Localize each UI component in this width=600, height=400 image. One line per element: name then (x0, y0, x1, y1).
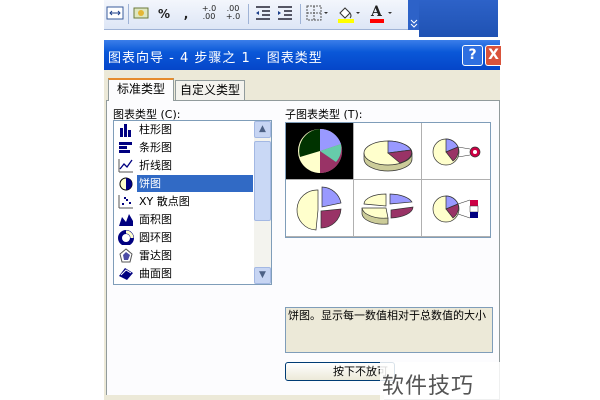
toolbar-end-area (419, 0, 498, 37)
increase-decimal-button[interactable]: +.0 .00 (200, 5, 218, 23)
subtype-bar-of-pie[interactable] (422, 180, 490, 237)
list-item[interactable]: 曲面图 (115, 265, 254, 282)
currency-icon[interactable] (133, 5, 151, 23)
borders-icon[interactable] (306, 5, 330, 23)
list-item[interactable]: 饼图 (115, 175, 254, 192)
help-button[interactable]: ? (462, 45, 483, 66)
list-item[interactable]: 条形图 (115, 139, 254, 156)
list-item[interactable]: 雷达图 (115, 247, 254, 264)
radar-chart-icon (118, 248, 134, 263)
list-scrollbar[interactable]: ▲ ▼ (254, 121, 271, 284)
chart-subtype-grid (285, 122, 491, 238)
fill-color-icon[interactable] (336, 5, 362, 23)
bar-chart-icon (118, 140, 134, 155)
increase-indent-icon[interactable] (276, 5, 294, 23)
subtype-pie-of-pie[interactable] (422, 123, 490, 180)
scroll-thumb[interactable] (254, 141, 271, 221)
list-item[interactable]: 折线图 (115, 157, 254, 174)
press-and-hold-to-view-button[interactable]: 按下不放可 (285, 362, 395, 381)
tab-standard-types[interactable]: 标准类型 (108, 78, 174, 101)
decrease-indent-icon[interactable] (254, 5, 272, 23)
line-chart-icon (118, 158, 134, 173)
list-item-label: 雷达图 (139, 249, 172, 262)
merge-center-icon[interactable] (106, 5, 124, 23)
list-item[interactable]: 柱形图 (115, 121, 254, 138)
list-item-label: 面积图 (139, 213, 172, 226)
subtype-exploded-3d-pie[interactable] (354, 180, 422, 237)
list-item-label: 条形图 (139, 141, 172, 154)
list-item[interactable]: XY 散点图 (115, 193, 254, 210)
tab-custom-types[interactable]: 自定义类型 (175, 80, 245, 100)
scroll-up-icon[interactable]: ▲ (254, 121, 271, 138)
scroll-down-icon[interactable]: ▼ (254, 267, 271, 284)
percent-button[interactable]: % (156, 5, 172, 23)
dialog-title: 图表向导 - 4 步骤之 1 - 图表类型 (108, 51, 323, 66)
watermark-text: 软件技巧 (382, 374, 475, 399)
dialog-bottom-edge (104, 395, 384, 400)
doughnut-chart-icon (118, 230, 134, 246)
list-item-label: 饼图 (137, 175, 253, 192)
subtype-exploded-pie[interactable] (286, 180, 354, 237)
list-item[interactable]: 面积图 (115, 211, 254, 228)
pie-chart-icon (118, 176, 134, 191)
comma-button[interactable]: , (180, 5, 192, 23)
subtype-label: 子图表类型 (T): (285, 108, 363, 121)
font-color-icon[interactable]: A (368, 4, 394, 23)
decrease-decimal-button[interactable]: .00 +.0 (224, 5, 242, 23)
scatter-chart-icon (118, 194, 134, 209)
subtype-pie-selected[interactable] (286, 123, 354, 180)
column-chart-icon (118, 122, 134, 137)
area-chart-icon (118, 212, 134, 227)
close-button[interactable]: X (485, 45, 501, 66)
list-item-label: 柱形图 (139, 123, 172, 136)
chart-description: 饼图。显示每一数值相对于总数值的大小 (285, 307, 493, 353)
chart-type-list[interactable]: 柱形图 条形图 折线图 饼图 XY 散点图 面积图 圆环图 雷达图 曲面图 (113, 120, 272, 285)
list-item-label: 圆环图 (139, 231, 172, 244)
surface-chart-icon (118, 266, 134, 281)
formatting-toolbar: % , +.0 .00 .00 +.0 A (104, 0, 419, 30)
list-item[interactable]: 圆环图 (115, 229, 254, 246)
list-item-label: XY 散点图 (139, 195, 190, 208)
list-item-label: 折线图 (139, 159, 172, 172)
list-item-label: 曲面图 (139, 267, 172, 280)
subtype-3d-pie[interactable] (354, 123, 422, 180)
